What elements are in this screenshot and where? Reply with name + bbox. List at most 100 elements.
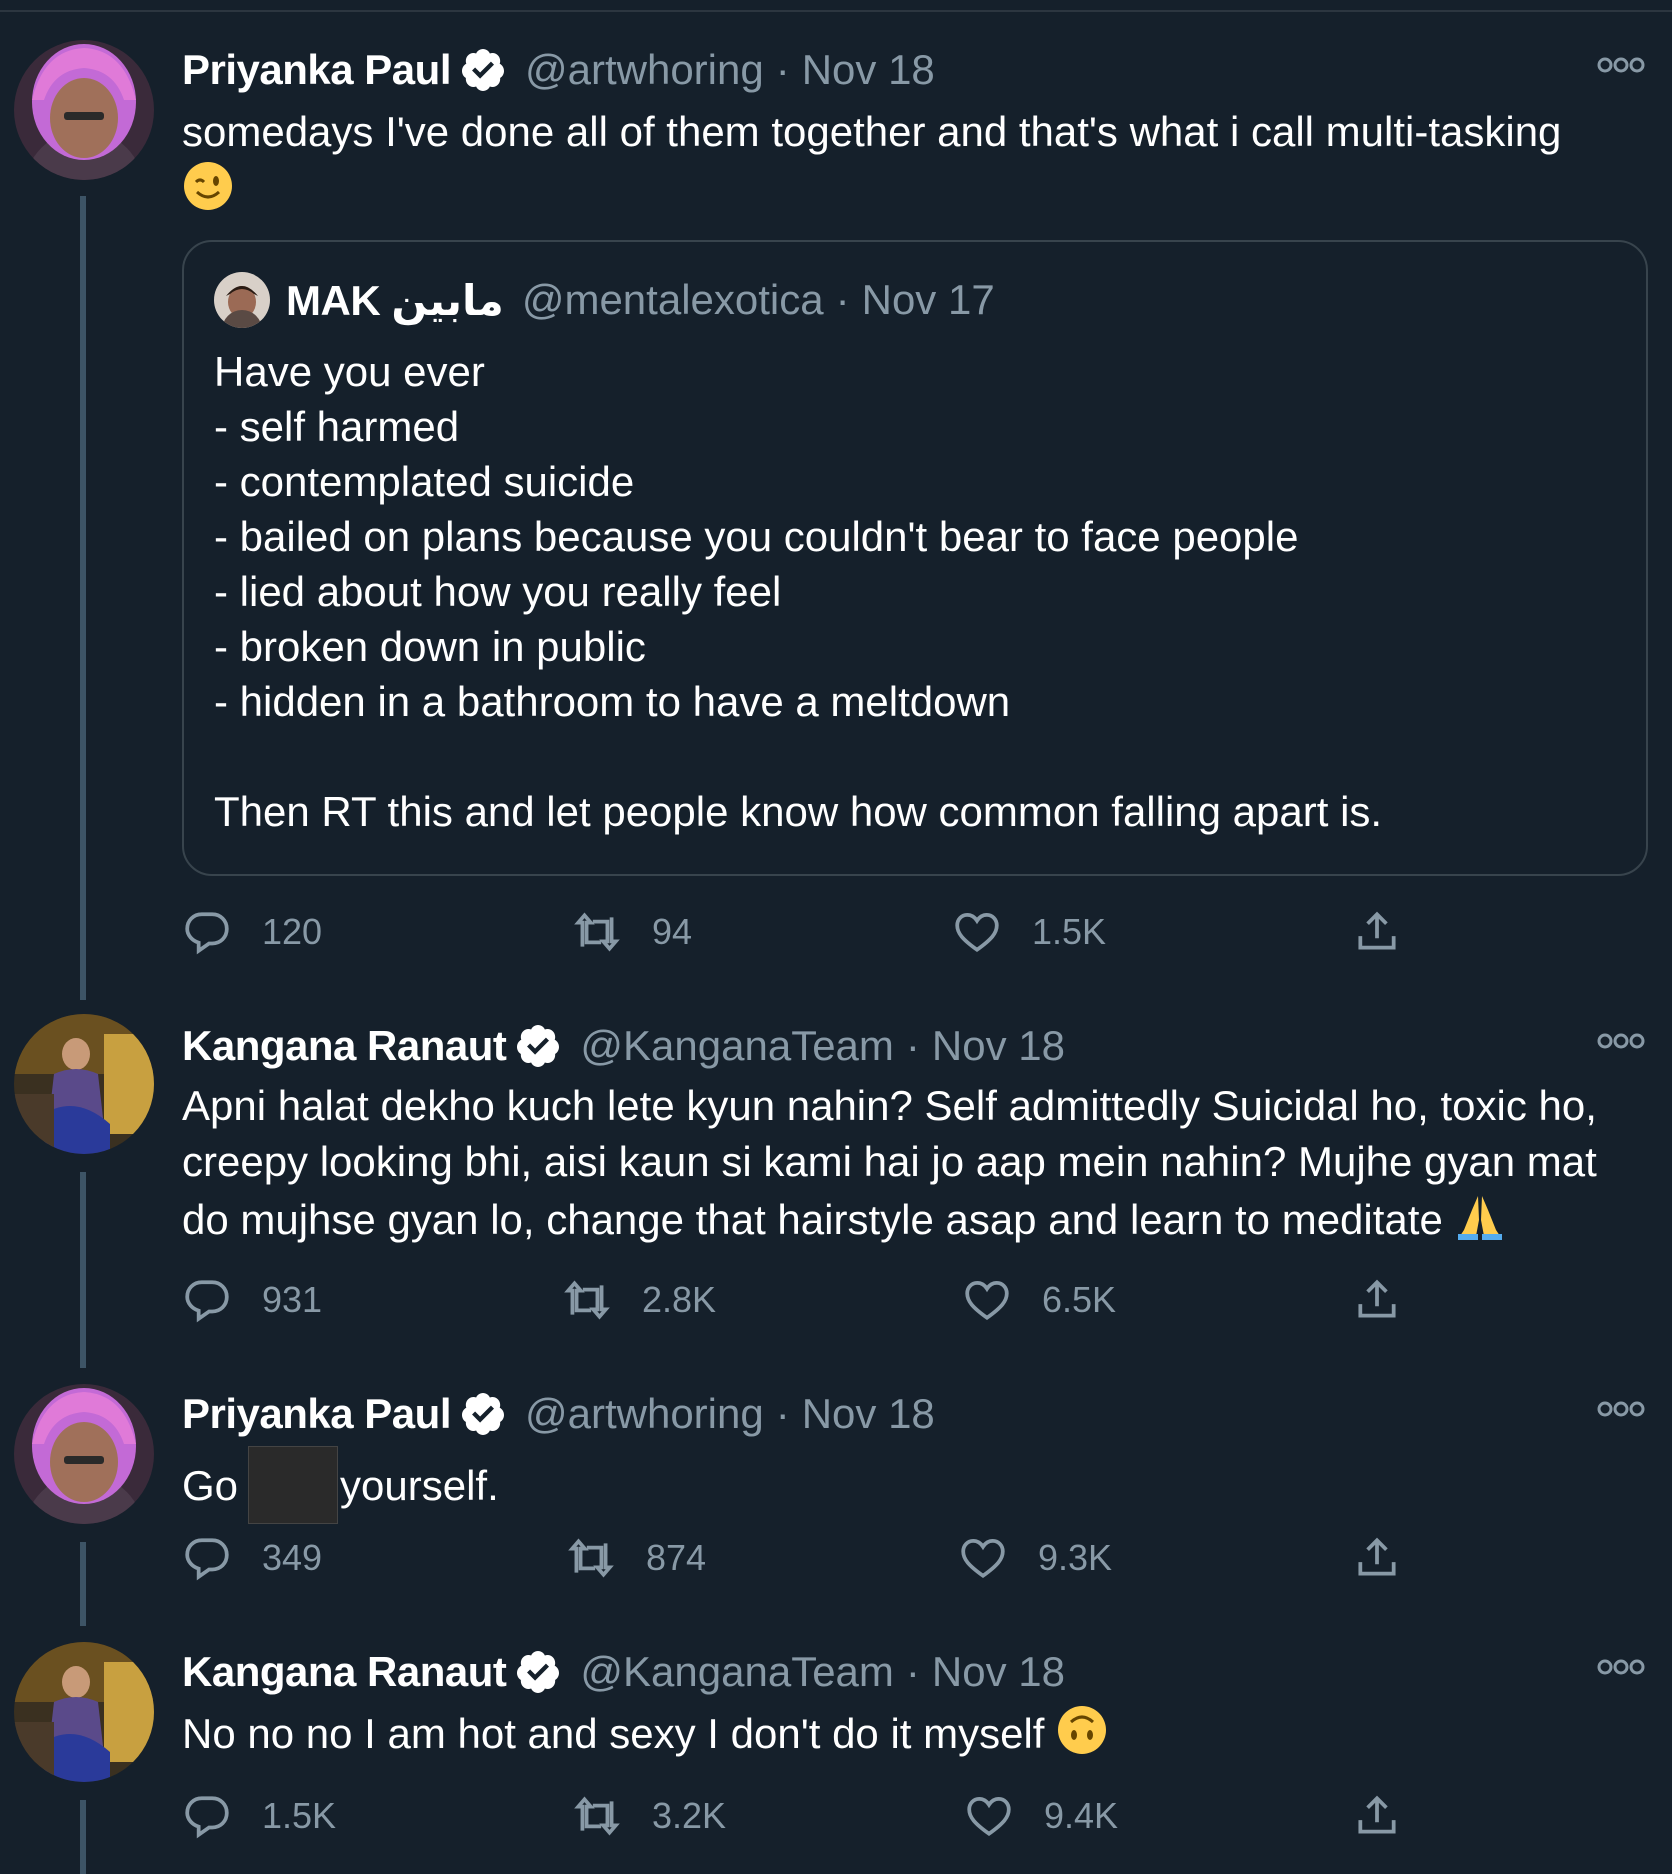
share-button[interactable] [1352,1786,1432,1846]
quoted-line: - broken down in public [214,623,646,670]
avatar[interactable] [14,1014,154,1154]
retweet-count: 94 [652,911,693,952]
separator-dot: · [905,1022,920,1069]
retweet-count: 874 [646,1537,707,1578]
tweet-actions: 349 874 9.3K [182,1528,1432,1588]
retweet-icon [572,1791,622,1841]
display-name[interactable]: Priyanka Paul [182,1390,451,1438]
verified-badge-icon [514,1022,562,1070]
timestamp[interactable]: Nov 18 [802,1390,935,1438]
separator-dot: · [775,1390,790,1437]
tweet-text: No no no I am hot and sexy I don't do it… [182,1704,1646,1762]
thread-connector-line [80,1800,86,1874]
separator-dot: · [835,276,850,323]
quoted-line: - bailed on plans because you couldn't b… [214,513,1299,560]
reply-button[interactable]: 120 [182,902,322,962]
tweet-text-content: Apni halat dekho kuch lete kyun nahin? S… [182,1082,1609,1243]
quoted-tweet-card[interactable]: MAK مابين @mentalexotica · Nov 17 Have y… [182,240,1648,876]
share-icon [1352,1533,1402,1583]
avatar[interactable] [14,40,154,180]
reply-count: 931 [262,1279,323,1320]
reply-count: 1.5K [262,1795,337,1836]
share-icon [1352,907,1402,957]
reply-button[interactable]: 931 [182,1270,322,1330]
like-button[interactable]: 9.4K [964,1786,1118,1846]
tweet-text-before: Go [182,1462,239,1509]
handle[interactable]: @KanganaTeam [580,1022,894,1070]
winking-face-emoji-icon [182,160,234,212]
reply-icon [182,1791,232,1841]
reply-count: 120 [262,911,323,952]
reply-count: 349 [262,1537,323,1578]
like-count: 9.3K [1038,1537,1113,1578]
reply-button[interactable]: 1.5K [182,1786,336,1846]
tweet-actions: 931 2.8K 6.5K [182,1270,1432,1330]
timestamp[interactable]: Nov 18 [932,1648,1065,1696]
thread-connector-line [80,196,86,1000]
share-button[interactable] [1352,902,1432,962]
like-button[interactable]: 9.3K [958,1528,1112,1588]
handle[interactable]: @KanganaTeam [580,1648,894,1696]
thread-connector-line [80,1172,86,1368]
tweet-text: Go yourself. [182,1446,1646,1524]
tweet-header: Kangana Ranaut @KanganaTeam · Nov 18 [182,1644,1065,1700]
share-button[interactable] [1352,1270,1432,1330]
display-name[interactable]: Kangana Ranaut [182,1022,507,1070]
display-name[interactable]: Priyanka Paul [182,46,451,94]
timestamp[interactable]: Nov 18 [802,46,935,94]
heart-icon [964,1791,1014,1841]
quoted-line: Then RT this and let people know how com… [214,788,1383,835]
share-button[interactable] [1352,1528,1432,1588]
top-divider [0,10,1672,12]
quoted-timestamp: Nov 17 [861,276,995,323]
quoted-handle[interactable]: @mentalexotica [522,276,824,324]
quoted-display-name[interactable]: MAK مابين [286,276,504,325]
heart-icon [958,1533,1008,1583]
display-name[interactable]: Kangana Ranaut [182,1648,507,1696]
reply-icon [182,1275,232,1325]
tweet-header: Priyanka Paul @artwhoring · Nov 18 [182,42,935,98]
quoted-line [214,729,1616,784]
quoted-line: - lied about how you really feel [214,568,782,615]
retweet-button[interactable]: 94 [572,902,692,962]
tweet-header: Kangana Ranaut @KanganaTeam · Nov 18 [182,1018,1065,1074]
share-icon [1352,1791,1402,1841]
tweet-actions: 1.5K 3.2K 9.4K [182,1786,1432,1846]
like-count: 1.5K [1032,911,1107,952]
heart-icon [962,1275,1012,1325]
retweet-button[interactable]: 3.2K [572,1786,726,1846]
like-button[interactable]: 1.5K [952,902,1106,962]
quoted-line: - self harmed [214,403,460,450]
share-icon [1352,1275,1402,1325]
handle[interactable]: @artwhoring [525,1390,764,1438]
like-count: 6.5K [1042,1279,1117,1320]
more-options-icon[interactable] [1596,50,1646,80]
heart-icon [952,907,1002,957]
handle[interactable]: @artwhoring [525,46,764,94]
retweet-button[interactable]: 2.8K [562,1270,716,1330]
reply-button[interactable]: 349 [182,1528,322,1588]
tweet-text-content: No no no I am hot and sexy I don't do it… [182,1710,1045,1757]
verified-badge-icon [459,1390,507,1438]
separator-dot: · [775,46,790,93]
more-options-icon[interactable] [1596,1026,1646,1056]
redaction-block [248,1446,339,1524]
folded-hands-emoji-icon [1454,1190,1506,1242]
retweet-count: 2.8K [642,1279,717,1320]
retweet-icon [566,1533,616,1583]
tweet-text: Apni halat dekho kuch lete kyun nahin? S… [182,1078,1646,1248]
like-button[interactable]: 6.5K [962,1270,1116,1330]
quoted-avatar [214,272,270,328]
avatar[interactable] [14,1384,154,1524]
tweet-header: Priyanka Paul @artwhoring · Nov 18 [182,1386,935,1442]
like-count: 9.4K [1044,1795,1119,1836]
timestamp[interactable]: Nov 18 [932,1022,1065,1070]
avatar[interactable] [14,1642,154,1782]
retweet-button[interactable]: 874 [566,1528,706,1588]
quoted-tweet-header: MAK مابين @mentalexotica · Nov 17 [214,272,995,328]
upside-down-face-emoji-icon [1056,1704,1108,1756]
tweet-text: somedays I've done all of them together … [182,104,1646,218]
more-options-icon[interactable] [1596,1394,1646,1424]
more-options-icon[interactable] [1596,1652,1646,1682]
quoted-line: Have you ever [214,348,485,395]
